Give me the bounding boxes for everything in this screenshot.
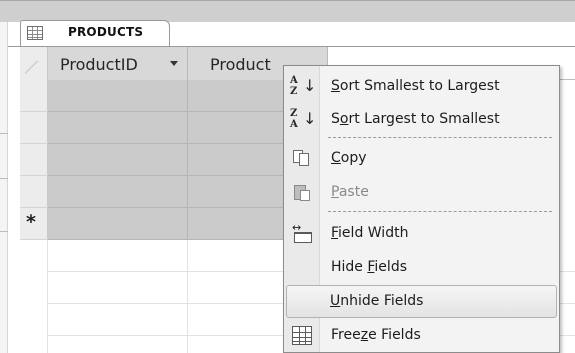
menu-separator — [328, 211, 552, 212]
tab-products[interactable]: PRODUCTS — [20, 20, 170, 47]
menu-item-copy[interactable]: Copy — [286, 142, 557, 175]
edge-divider — [0, 133, 8, 134]
empty-gridline — [187, 240, 188, 353]
column-header-productid[interactable]: ProductID — [48, 47, 188, 80]
column-header-label: ProductID — [60, 55, 138, 74]
table-icon — [27, 26, 43, 40]
menu-item-label: Paste — [331, 184, 369, 200]
record-selector[interactable] — [20, 112, 48, 144]
document-tab-strip — [0, 0, 575, 22]
column-context-menu: A Z ↓ Sort Smallest to Largest Z A ↓ Sor… — [283, 65, 560, 353]
menu-item-field-width[interactable]: ↔ Field Width — [286, 217, 557, 250]
empty-gridline — [47, 240, 48, 353]
top-border — [0, 0, 575, 1]
edge-divider — [0, 231, 8, 232]
menu-item-label: Copy — [331, 150, 367, 166]
record-selector[interactable] — [20, 144, 48, 176]
column-header-label: Product — [210, 55, 271, 74]
menu-item-label: Freeze Fields — [331, 327, 421, 343]
menu-item-hide-fields[interactable]: Hide Fields — [286, 251, 557, 284]
select-all-corner[interactable] — [20, 47, 48, 80]
menu-item-sort-descending[interactable]: Z A ↓ Sort Largest to Smallest — [286, 103, 557, 136]
navigation-pane-edge[interactable] — [0, 22, 8, 353]
menu-item-paste[interactable]: Paste — [286, 176, 557, 209]
edge-divider — [0, 178, 8, 179]
menu-item-sort-ascending[interactable]: A Z ↓ Sort Smallest to Largest — [286, 70, 557, 103]
menu-item-freeze-fields[interactable]: Freeze Fields — [286, 319, 557, 352]
column-filter-dropdown-icon[interactable] — [170, 61, 178, 66]
record-selector[interactable] — [20, 80, 48, 112]
menu-item-label: Unhide Fields — [330, 293, 424, 309]
access-datasheet-window: PRODUCTS ProductID Product * A Z ↓ Sort … — [0, 0, 575, 353]
copy-icon — [293, 150, 311, 166]
table-cell[interactable] — [48, 80, 188, 112]
paste-icon — [293, 183, 311, 201]
sort-ascending-icon: A Z ↓ — [290, 75, 317, 97]
sort-descending-icon: Z A ↓ — [290, 108, 317, 130]
menu-item-label: Sort Largest to Smallest — [331, 111, 500, 127]
table-cell[interactable] — [48, 208, 188, 240]
menu-item-label: Field Width — [331, 225, 409, 241]
table-cell[interactable] — [48, 144, 188, 176]
freeze-fields-icon — [292, 326, 312, 345]
new-record-icon: * — [26, 211, 36, 233]
new-record-selector[interactable]: * — [20, 208, 48, 240]
menu-item-unhide-fields[interactable]: Unhide Fields — [286, 285, 557, 318]
record-selector[interactable] — [20, 176, 48, 208]
menu-item-label: Hide Fields — [331, 259, 407, 275]
tab-label: PRODUCTS — [68, 25, 144, 39]
table-cell[interactable] — [48, 112, 188, 144]
field-width-icon: ↔ — [292, 221, 314, 244]
menu-item-label: Sort Smallest to Largest — [331, 78, 500, 94]
menu-separator — [328, 137, 552, 138]
table-cell[interactable] — [48, 176, 188, 208]
